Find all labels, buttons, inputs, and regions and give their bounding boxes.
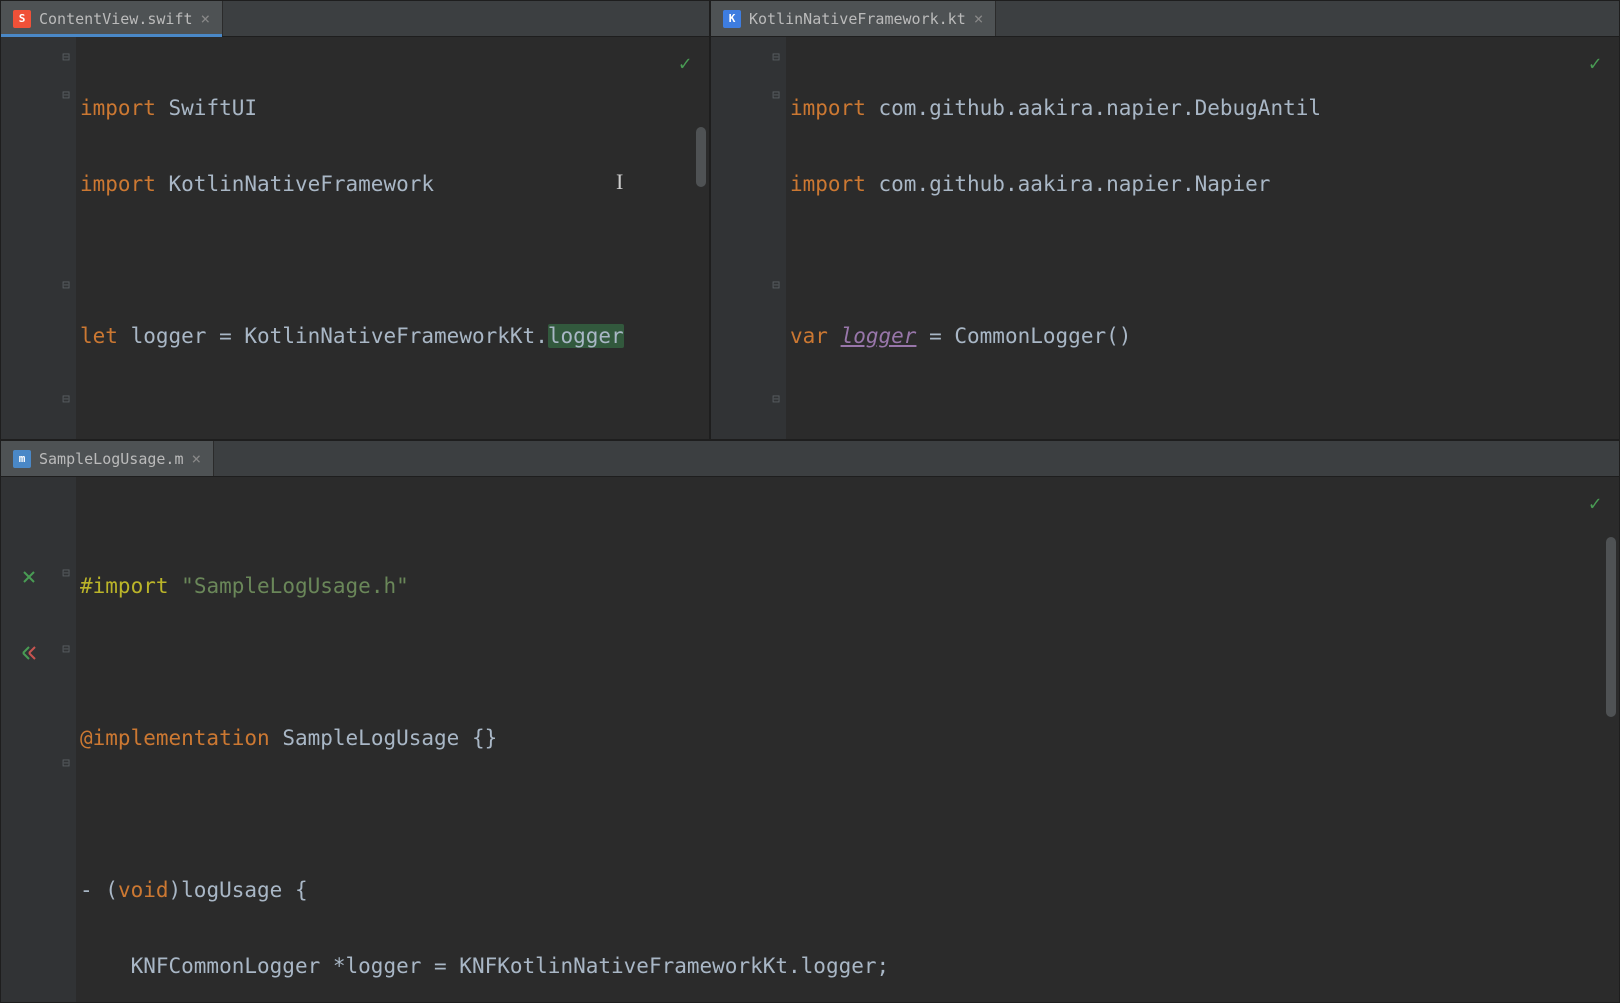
fold-icon[interactable]: ⊟ (59, 757, 73, 771)
check-icon: ✓ (1589, 51, 1601, 75)
fold-icon[interactable]: ⊟ (769, 51, 783, 65)
editor-pane-objc: m SampleLogUsage.m × ⊟ ⊟ ⊟ #import "Samp… (0, 440, 1620, 1003)
fold-icon[interactable]: ⊟ (59, 89, 73, 103)
check-icon: ✓ (679, 51, 691, 75)
swift-file-icon: S (13, 10, 31, 28)
tab-bar: m SampleLogUsage.m × (1, 441, 1619, 477)
check-icon: ✓ (1589, 491, 1601, 515)
objc-file-icon: m (13, 450, 31, 468)
gutter: ⊟ ⊟ ⊟ ⊟ (1, 37, 76, 439)
code-area[interactable]: ⊟ ⊟ ⊟ #import "SampleLogUsage.h" @implem… (1, 477, 1619, 1002)
code-content[interactable]: import com.github.aakira.napier.DebugAnt… (786, 37, 1619, 439)
fold-icon[interactable]: ⊟ (769, 279, 783, 293)
fold-icon[interactable]: ⊟ (59, 567, 73, 581)
close-icon[interactable]: × (201, 9, 211, 28)
code-area[interactable]: ⊟ ⊟ ⊟ ⊟ import SwiftUI import KotlinNati… (1, 37, 709, 439)
tab-label: ContentView.swift (39, 10, 193, 28)
code-content[interactable]: #import "SampleLogUsage.h" @implementati… (76, 477, 1619, 1002)
tab-label: KotlinNativeFramework.kt (749, 10, 966, 28)
close-icon[interactable]: × (974, 9, 984, 28)
gutter: ⊟ ⊟ ⊟ ⊟ (711, 37, 786, 439)
tab-bar: K KotlinNativeFramework.kt × (711, 1, 1619, 37)
fold-icon[interactable]: ⊟ (59, 51, 73, 65)
tab-kotlin-native[interactable]: K KotlinNativeFramework.kt × (711, 1, 996, 36)
implements-icon[interactable] (21, 569, 37, 585)
close-icon[interactable]: × (192, 449, 202, 468)
code-content[interactable]: import SwiftUI import KotlinNativeFramew… (76, 37, 709, 439)
tab-label: SampleLogUsage.m (39, 450, 184, 468)
code-area[interactable]: ⊟ ⊟ ⊟ ⊟ import com.github.aakira.napier.… (711, 37, 1619, 439)
fold-icon[interactable]: ⊟ (59, 279, 73, 293)
override-icon[interactable] (21, 645, 37, 661)
fold-icon[interactable]: ⊟ (59, 643, 73, 657)
fold-icon[interactable]: ⊟ (59, 393, 73, 407)
tab-samplelogusage[interactable]: m SampleLogUsage.m × (1, 441, 214, 476)
fold-icon[interactable]: ⊟ (769, 393, 783, 407)
fold-icon[interactable]: ⊟ (769, 89, 783, 103)
tab-bar: S ContentView.swift × (1, 1, 709, 37)
editor-pane-kotlin: K KotlinNativeFramework.kt × ⊟ ⊟ ⊟ ⊟ imp… (710, 0, 1620, 440)
scrollbar-vertical[interactable] (1606, 537, 1616, 717)
gutter: ⊟ ⊟ ⊟ (1, 477, 76, 1002)
editor-pane-swift: S ContentView.swift × ⊟ ⊟ ⊟ ⊟ import Swi… (0, 0, 710, 440)
tab-contentview-swift[interactable]: S ContentView.swift × (1, 1, 223, 36)
scrollbar-vertical[interactable] (696, 127, 706, 187)
text-cursor-icon: I (616, 163, 623, 201)
kotlin-file-icon: K (723, 10, 741, 28)
